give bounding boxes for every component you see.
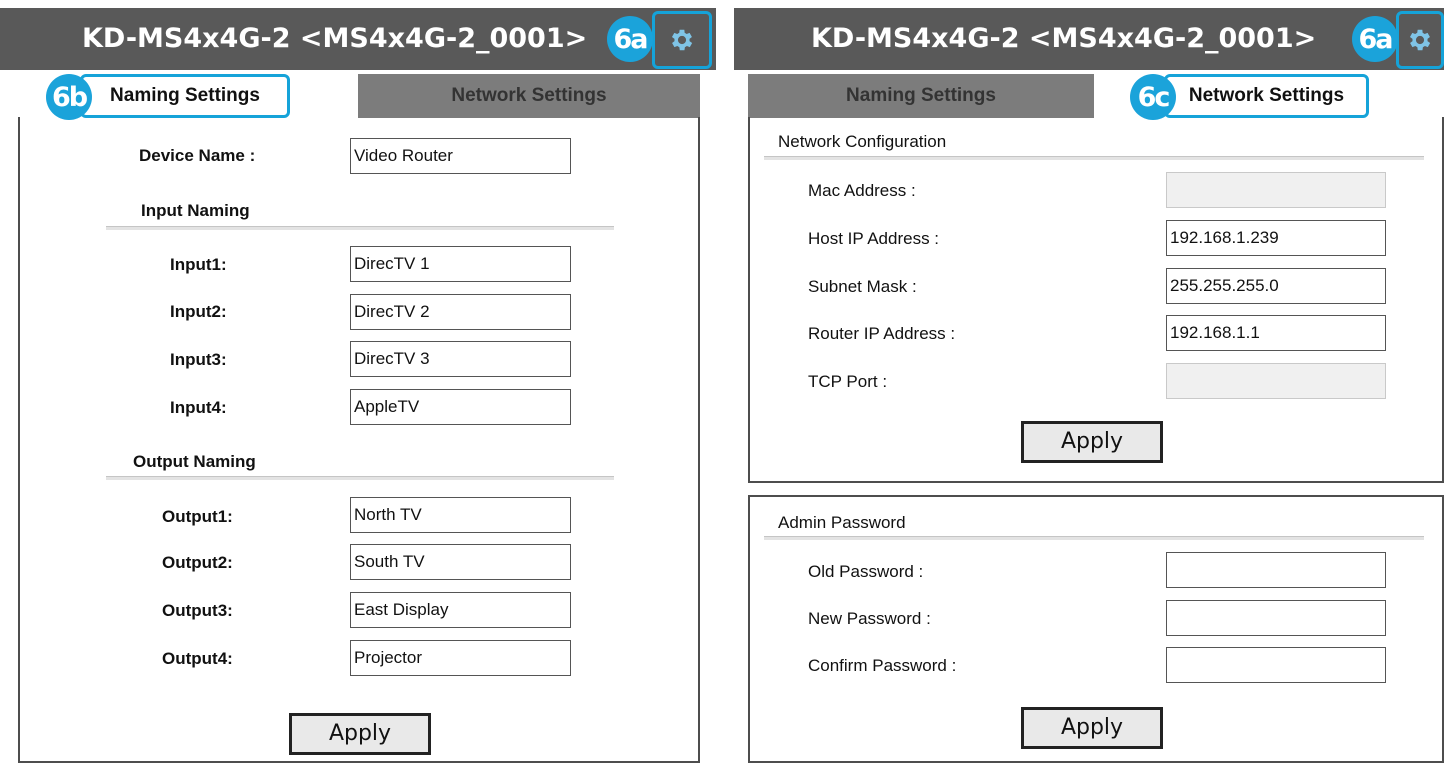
naming-settings-panel: KD-MS4x4G-2 <MS4x4G-2_0001> 6a 6b Naming… <box>0 0 716 763</box>
output-naming-heading: Output Naming <box>133 452 256 471</box>
tab-naming-settings[interactable]: Naming Settings <box>80 74 290 118</box>
device-title: KD-MS4x4G-2 <MS4x4G-2_0001> <box>811 23 1317 54</box>
section-divider <box>764 536 1424 540</box>
callout-badge-6a: 6a <box>1352 16 1398 62</box>
output1-name-field[interactable]: North TV <box>350 497 571 533</box>
gear-icon <box>671 29 693 51</box>
input-naming-heading: Input Naming <box>141 201 250 220</box>
callout-badge-6c: 6c <box>1130 74 1176 120</box>
callout-badge-6a: 6a <box>607 16 653 62</box>
output3-label: Output3: <box>162 601 233 620</box>
output2-name-field[interactable]: South TV <box>350 544 571 580</box>
confirm-password-label: Confirm Password : <box>808 656 957 675</box>
output3-name-field[interactable]: East Display <box>350 592 571 628</box>
new-password-label: New Password : <box>808 609 931 628</box>
input4-name-field[interactable]: AppleTV <box>350 389 571 425</box>
tcp-port-label: TCP Port : <box>808 372 888 391</box>
admin-password-heading: Admin Password <box>778 513 906 532</box>
app-header: KD-MS4x4G-2 <MS4x4G-2_0001> 6a <box>734 8 1444 70</box>
section-divider <box>106 476 614 480</box>
input1-name-field[interactable]: DirecTV 1 <box>350 246 571 282</box>
input2-name-field[interactable]: DirecTV 2 <box>350 294 571 330</box>
network-configuration-heading: Network Configuration <box>778 132 947 151</box>
apply-password-button[interactable]: Apply <box>1021 707 1163 749</box>
device-name-label: Device Name : <box>139 146 256 165</box>
network-settings-panel: KD-MS4x4G-2 <MS4x4G-2_0001> 6a Naming Se… <box>734 0 1444 763</box>
input3-name-field[interactable]: DirecTV 3 <box>350 341 571 377</box>
old-password-label: Old Password : <box>808 562 924 581</box>
tab-bar: 6b Naming Settings Network Settings <box>0 74 716 120</box>
callout-badge-6b: 6b <box>46 74 92 120</box>
tab-bar: Naming Settings 6c Network Settings <box>734 74 1444 120</box>
tab-naming-settings[interactable]: Naming Settings <box>748 74 1094 118</box>
input3-label: Input3: <box>170 350 227 369</box>
section-divider <box>106 226 614 230</box>
input1-label: Input1: <box>170 255 227 274</box>
input2-label: Input2: <box>170 302 227 321</box>
old-password-field[interactable] <box>1166 552 1386 588</box>
output1-label: Output1: <box>162 507 233 526</box>
gear-icon <box>1409 29 1431 51</box>
settings-gear-button[interactable] <box>1396 11 1444 69</box>
tab-network-settings[interactable]: Network Settings <box>358 74 700 118</box>
input4-label: Input4: <box>170 398 227 417</box>
subnet-mask-field[interactable]: 255.255.255.0 <box>1166 268 1386 304</box>
section-divider <box>764 156 1424 160</box>
tab-network-settings[interactable]: Network Settings <box>1164 74 1369 118</box>
host-ip-label: Host IP Address : <box>808 229 940 248</box>
mac-address-label: Mac Address : <box>808 181 916 200</box>
output4-label: Output4: <box>162 649 233 668</box>
router-ip-field[interactable]: 192.168.1.1 <box>1166 315 1386 351</box>
subnet-mask-label: Subnet Mask : <box>808 277 917 296</box>
device-name-field[interactable]: Video Router <box>350 138 571 174</box>
router-ip-label: Router IP Address : <box>808 324 956 343</box>
app-header: KD-MS4x4G-2 <MS4x4G-2_0001> 6a <box>0 8 716 70</box>
apply-naming-button[interactable]: Apply <box>289 713 431 755</box>
tcp-port-field <box>1166 363 1386 399</box>
settings-gear-button[interactable] <box>652 11 712 69</box>
host-ip-field[interactable]: 192.168.1.239 <box>1166 220 1386 256</box>
output2-label: Output2: <box>162 553 233 572</box>
output4-name-field[interactable]: Projector <box>350 640 571 676</box>
confirm-password-field[interactable] <box>1166 647 1386 683</box>
apply-network-button[interactable]: Apply <box>1021 421 1163 463</box>
new-password-field[interactable] <box>1166 600 1386 636</box>
device-title: KD-MS4x4G-2 <MS4x4G-2_0001> <box>82 23 588 54</box>
mac-address-field <box>1166 172 1386 208</box>
